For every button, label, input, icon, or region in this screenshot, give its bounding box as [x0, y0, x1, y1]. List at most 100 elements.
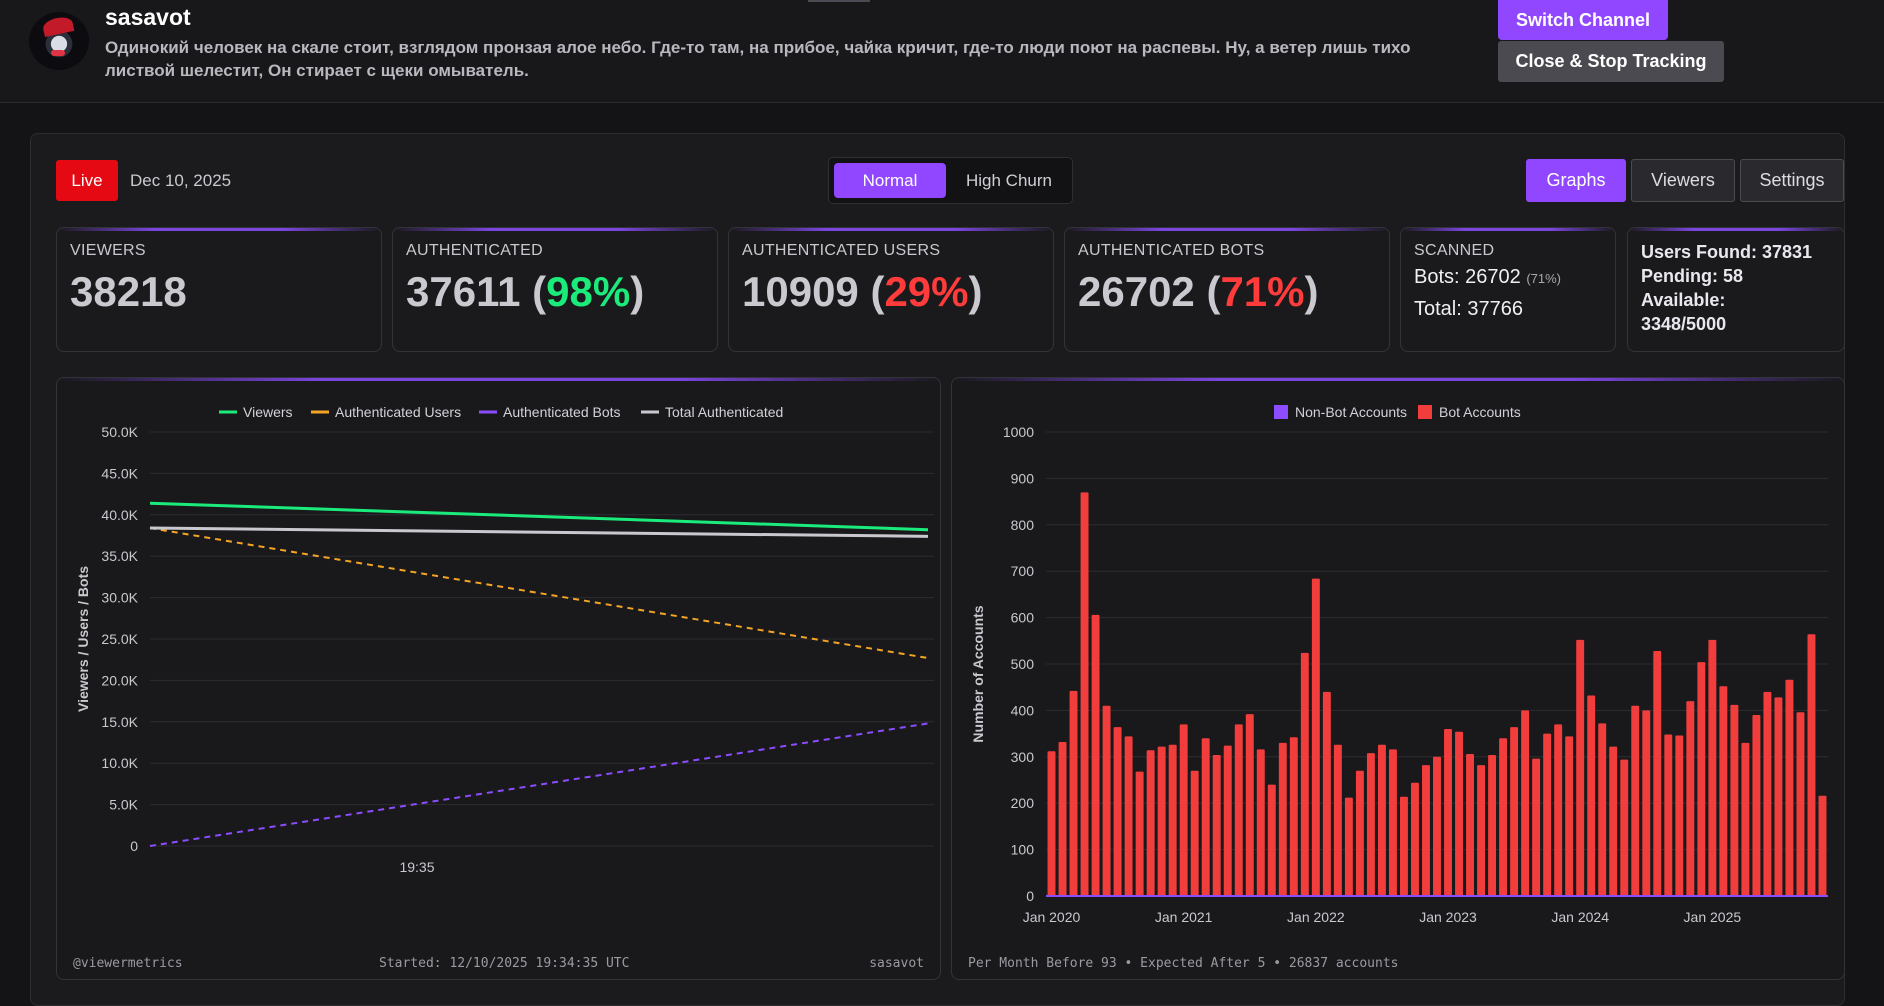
bot-bar: [1344, 797, 1353, 896]
tab-indicator: [808, 0, 870, 2]
bot-bar: [1499, 738, 1508, 896]
series-line: [149, 722, 929, 847]
tab-settings[interactable]: Settings: [1740, 159, 1844, 202]
viewers-card: VIEWERS 38218: [56, 227, 382, 352]
scanned-bots-prefix: Bots:: [1414, 266, 1460, 288]
bot-bar: [1708, 639, 1717, 896]
bot-bar: [1774, 697, 1783, 896]
bot-bar: [1719, 686, 1728, 896]
bot-bar: [1135, 771, 1144, 896]
auth-bots-value: 26702: [1078, 268, 1195, 315]
bot-bar: [1488, 754, 1497, 896]
y-tick-label: 600: [1011, 610, 1035, 626]
bot-bar: [1631, 705, 1640, 896]
authenticated-label: AUTHENTICATED: [406, 242, 543, 259]
legend-label: Non-Bot Accounts: [1295, 404, 1407, 420]
channel-name: sasavot: [105, 4, 191, 30]
bot-bar: [1609, 746, 1618, 896]
scanned-bots-value: 26702: [1465, 266, 1521, 288]
bot-bar: [1543, 733, 1552, 896]
bot-bar: [1576, 639, 1585, 896]
account-age-bar-chart: 0 100 200 300 400 500 600 700 800 900 1000 Number o…: [951, 377, 1845, 980]
y-tick-label: 500: [1011, 656, 1035, 672]
bot-bar: [1267, 784, 1276, 896]
bot-bar: [1190, 770, 1199, 896]
bot-bar: [1355, 770, 1364, 896]
y-tick-label: 800: [1011, 517, 1035, 533]
tab-viewers[interactable]: Viewers: [1631, 159, 1735, 202]
y-tick-label: 5.0K: [109, 797, 138, 813]
mode-normal-button[interactable]: Normal: [834, 163, 946, 198]
line-chart-svg: 0 5.0K 10.0K 15.0K 20.0K 25.0K 30.0K 35.0K 40.0K…: [75, 404, 934, 875]
x-tick-label: Jan 2023: [1419, 909, 1477, 925]
y-tick-label: 0: [1026, 888, 1034, 904]
x-tick-label: Jan 2024: [1551, 909, 1609, 925]
channel-description: Одинокий человек на скале стоит, взглядо…: [105, 38, 1411, 80]
tab-graphs[interactable]: Graphs: [1526, 159, 1626, 202]
bot-bar: [1455, 731, 1463, 896]
bot-bar: [1796, 712, 1805, 896]
bot-bar: [1311, 578, 1320, 896]
bot-bar: [1179, 724, 1188, 896]
bot-bar: [1256, 749, 1265, 896]
auth-users-pct: 29%: [884, 268, 969, 315]
series-line: [149, 526, 929, 538]
bot-bar: [1620, 759, 1629, 896]
bot-bar: [1058, 741, 1067, 896]
bot-bar: [1091, 614, 1100, 896]
legend-label: Bot Accounts: [1439, 404, 1521, 420]
line-footer-center: Started: 12/10/2025 19:34:35 UTC: [379, 956, 630, 971]
auth-bots-pct: 71%: [1220, 268, 1305, 315]
close-stop-tracking-button[interactable]: Close & Stop Tracking: [1498, 41, 1724, 82]
switch-channel-button[interactable]: Switch Channel: [1498, 0, 1668, 40]
top-bar: sasavot Одинокий человек на скале стоит,…: [0, 0, 1884, 103]
legend-label: Authenticated Bots: [503, 404, 621, 420]
live-badge: Live: [56, 160, 118, 201]
bot-bar: [1377, 744, 1386, 896]
scanned-total: Total: 37766: [1414, 298, 1523, 321]
available-value: 3348/5000: [1641, 314, 1727, 334]
auth-bots-value-line: 26702 (71%): [1078, 268, 1319, 315]
viewers-line-chart: 0 5.0K 10.0K 15.0K 20.0K 25.0K 30.0K 35.0K 40.0K…: [56, 377, 941, 980]
y-tick-label: 700: [1011, 563, 1035, 579]
bar-chart-svg: 0 100 200 300 400 500 600 700 800 900 1000 Number o…: [970, 404, 1828, 925]
bot-bar: [1157, 746, 1166, 896]
bot-bar: [1289, 737, 1298, 896]
x-tick-label: Jan 2025: [1684, 909, 1742, 925]
scanned-total-value: 37766: [1467, 298, 1523, 320]
bot-bar: [1422, 765, 1430, 896]
bot-bar: [1818, 795, 1827, 896]
viewers-label: VIEWERS: [70, 242, 146, 259]
bot-bar: [1763, 691, 1772, 896]
bot-bar: [1047, 751, 1056, 896]
bot-bar: [1664, 734, 1673, 896]
bot-bar: [1653, 651, 1662, 896]
y-tick-label: 20.0K: [101, 672, 138, 688]
bot-bar: [1168, 744, 1177, 896]
y-tick-label: 1000: [1003, 424, 1034, 440]
y-tick-label: 0: [130, 838, 138, 854]
bot-bar: [1587, 695, 1596, 896]
bot-bar: [1785, 679, 1794, 896]
auth-bots-label: AUTHENTICATED BOTS: [1078, 242, 1265, 259]
users-found: Users Found: 37831: [1641, 242, 1813, 262]
x-tick-label: Jan 2022: [1287, 909, 1345, 925]
x-tick-label: 19:35: [399, 859, 434, 875]
authenticated-pct: 98%: [546, 268, 631, 315]
y-tick-label: 40.0K: [101, 507, 138, 523]
y-tick-label: 200: [1011, 795, 1035, 811]
y-tick-label: 25.0K: [101, 631, 138, 647]
viewers-value: 38218: [70, 268, 187, 315]
bot-bar: [1113, 727, 1122, 896]
bot-bar: [1124, 736, 1133, 896]
bot-bar: [1388, 749, 1397, 896]
mode-high-churn-button[interactable]: High Churn: [950, 163, 1068, 198]
legend-swatch: [1274, 405, 1288, 419]
bot-bar: [1278, 742, 1287, 896]
pending-count: Pending: 58: [1641, 266, 1744, 286]
scanned-total-prefix: Total:: [1414, 298, 1462, 320]
auth-users-value-line: 10909 (29%): [742, 268, 983, 315]
lookup-status-card: Users Found: 37831 Pending: 58 Available…: [1627, 227, 1845, 352]
bot-bar: [1752, 715, 1761, 896]
x-tick-label: Jan 2020: [1023, 909, 1081, 925]
